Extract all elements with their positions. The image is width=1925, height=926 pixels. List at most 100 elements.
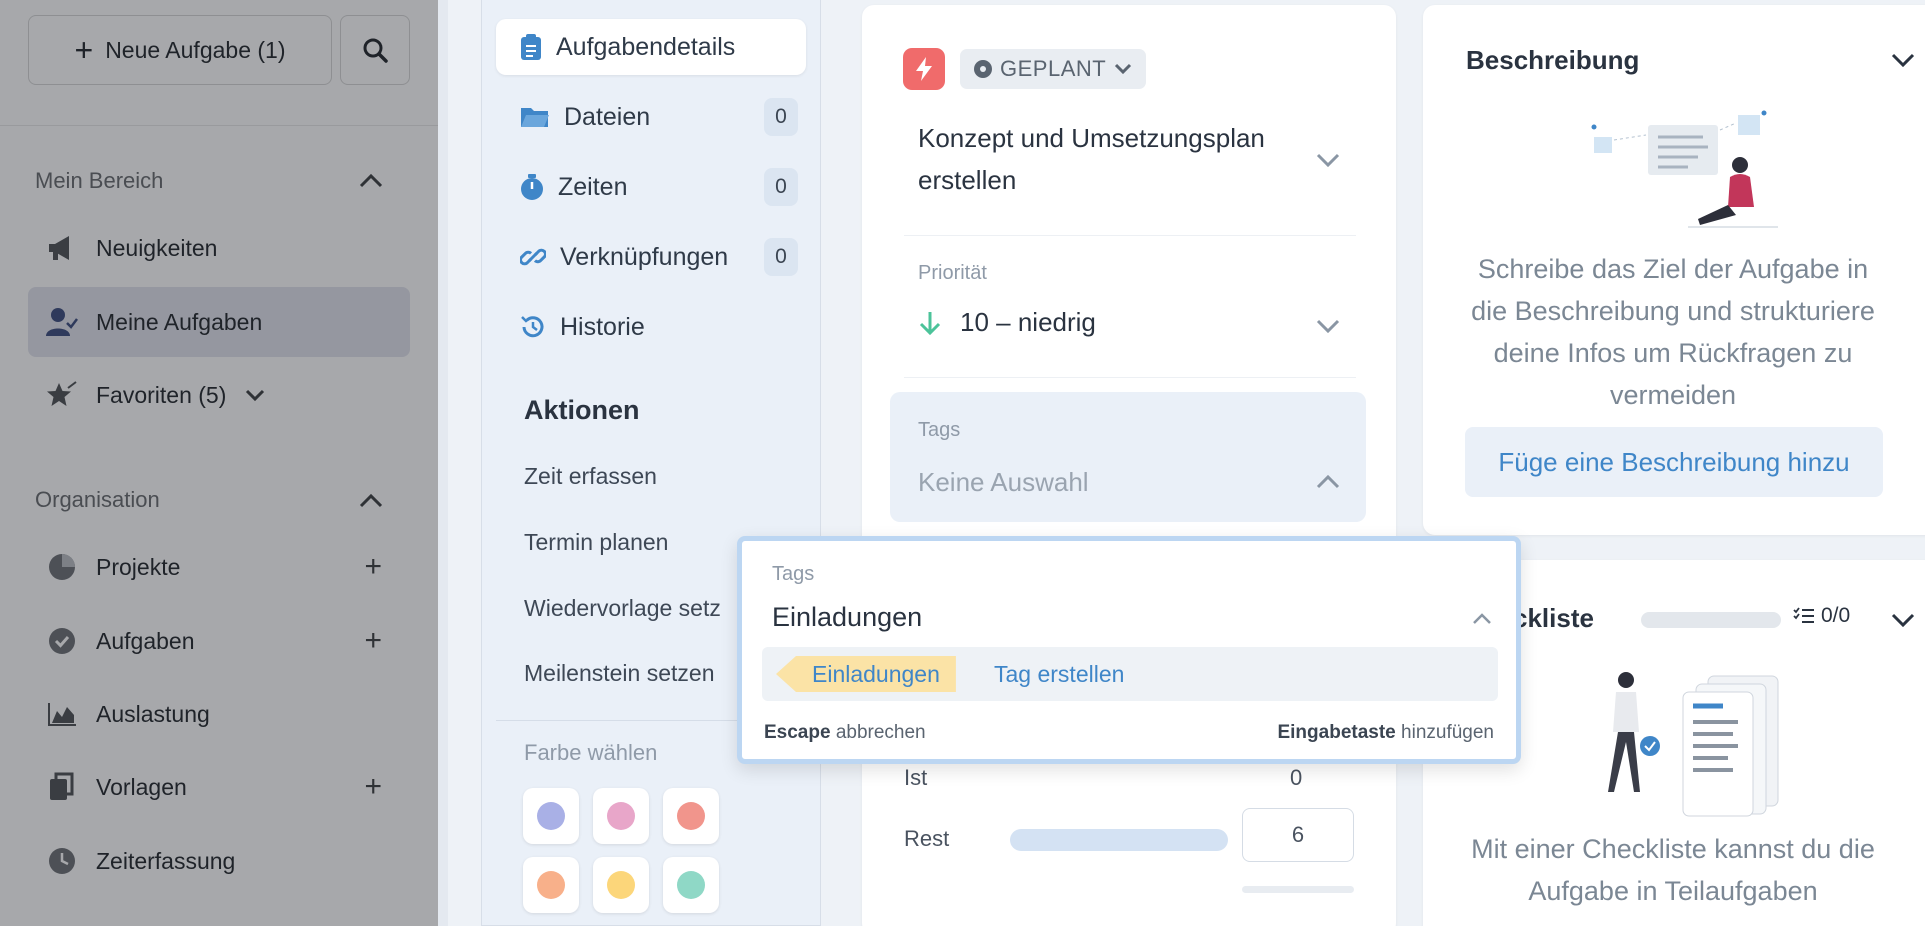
create-tag-option[interactable]: Einladungen Tag erstellen — [762, 647, 1498, 701]
color-swatch-5[interactable] — [593, 857, 649, 913]
checklist-count-value: 0/0 — [1821, 604, 1851, 627]
add-task-icon[interactable]: + — [364, 624, 382, 658]
tags-search-input[interactable]: Einladungen — [772, 602, 922, 633]
tab-label: Historie — [560, 312, 645, 341]
priority-value: 10 – niedrig — [960, 307, 1096, 337]
sidebar-item-meine-aufgaben[interactable]: Meine Aufgaben — [28, 287, 410, 357]
tab-zeiten[interactable]: Zeiten 0 — [496, 159, 806, 215]
search-icon — [363, 38, 388, 63]
color-swatch-1[interactable] — [523, 788, 579, 844]
sidebar-item-zeiterfassung[interactable]: Zeiterfassung — [28, 826, 410, 896]
sidebar-item-auslastung[interactable]: Auslastung — [28, 679, 410, 749]
chevron-down-icon — [1115, 63, 1132, 75]
history-icon — [521, 316, 544, 338]
sidebar-item-favoriten[interactable]: Favoriten (5) — [28, 360, 410, 430]
count-badge: 0 — [764, 168, 798, 206]
check-circle-icon — [46, 625, 78, 657]
sidebar-item-label: Meine Aufgaben — [96, 308, 263, 335]
action-wiedervorlage[interactable]: Wiedervorlage setz — [524, 595, 721, 622]
sidebar-item-vorlagen[interactable]: Vorlagen + — [28, 752, 410, 822]
sidebar-item-label: Zeiterfassung — [96, 847, 236, 874]
enter-hint: Eingabetaste hinzufügen — [1277, 722, 1494, 744]
rest-progress-bar — [1010, 829, 1228, 851]
tags-dropdown-popup: Tags Einladungen Einladungen Tag erstell… — [737, 536, 1521, 764]
description-text: Schreibe das Ziel der Aufgabe in die Bes… — [1471, 254, 1875, 410]
tab-aufgabendetails[interactable]: Aufgabendetails — [496, 19, 806, 75]
ist-label: Ist — [904, 765, 928, 790]
tab-label: Verknüpfungen — [560, 242, 729, 271]
priority-dropdown[interactable]: 10 – niedrig — [918, 307, 1096, 338]
copy-icon — [46, 771, 78, 803]
pie-chart-icon — [46, 551, 78, 583]
description-title: Beschreibung — [1466, 45, 1640, 75]
tab-label: Zeiten — [558, 172, 628, 201]
sidebar: + Neue Aufgabe (1) Mein Bereich Neuigkei… — [0, 0, 438, 926]
sidebar-item-neuigkeiten[interactable]: Neuigkeiten — [28, 213, 410, 283]
color-swatch-6[interactable] — [663, 857, 719, 913]
clock-icon — [46, 845, 78, 877]
task-title[interactable]: Konzept und Umsetzungsplan erstellen — [918, 117, 1298, 201]
tags-field[interactable]: Tags Keine Auswahl — [890, 392, 1366, 522]
chevron-up-icon[interactable] — [1316, 475, 1340, 489]
action-termin-planen[interactable]: Termin planen — [524, 529, 668, 556]
checklist-progress-bar — [1641, 612, 1781, 628]
sidebar-item-aufgaben[interactable]: Aufgaben + — [28, 606, 410, 676]
rest-input[interactable]: 6 — [1242, 808, 1354, 862]
tab-label: Aufgabendetails — [556, 32, 736, 61]
sidebar-item-label: Auslastung — [96, 700, 210, 727]
description-illustration — [1591, 110, 1778, 228]
color-swatch-2[interactable] — [593, 788, 649, 844]
link-icon — [520, 248, 546, 266]
new-task-button[interactable]: + Neue Aufgabe (1) — [28, 15, 332, 85]
task-nav-panel: Aufgabendetails Dateien 0 Zeiten 0 Verkn… — [481, 0, 821, 926]
enter-key: Eingabetaste — [1277, 722, 1396, 743]
megaphone-icon — [46, 232, 78, 264]
sidebar-item-label: Projekte — [96, 553, 181, 580]
chevron-down-icon[interactable] — [1316, 153, 1340, 167]
sidebar-item-projekte[interactable]: Projekte + — [28, 532, 410, 602]
chevron-up-icon[interactable] — [358, 493, 384, 509]
section-mein-bereich[interactable]: Mein Bereich — [35, 168, 163, 194]
escape-text: abbrechen — [835, 722, 926, 743]
color-swatch-4[interactable] — [523, 857, 579, 913]
search-button[interactable] — [340, 15, 410, 85]
chevron-up-icon[interactable] — [358, 173, 384, 189]
sidebar-divider — [0, 125, 438, 126]
new-task-label: Neue Aufgabe (1) — [105, 36, 286, 63]
color-label: Farbe wählen — [524, 740, 658, 765]
chevron-down-icon[interactable] — [244, 388, 266, 402]
add-project-icon[interactable]: + — [364, 550, 382, 584]
tags-label: Tags — [918, 419, 961, 441]
create-tag-link[interactable]: Tag erstellen — [994, 661, 1124, 688]
arrow-down-icon — [919, 311, 941, 335]
action-meilenstein[interactable]: Meilenstein setzen — [524, 660, 715, 687]
section-organisation[interactable]: Organisation — [35, 487, 160, 513]
rest-label: Rest — [904, 826, 950, 851]
sidebar-item-label: Aufgaben — [96, 627, 195, 654]
area-chart-icon — [46, 698, 78, 730]
divider — [904, 235, 1356, 236]
count-badge: 0 — [764, 238, 798, 276]
status-dropdown[interactable]: GEPLANT — [960, 49, 1147, 89]
checklist-illustration — [1608, 672, 1779, 817]
chevron-up-icon[interactable] — [1472, 613, 1492, 625]
chevron-down-icon[interactable] — [1316, 319, 1340, 333]
lightning-icon[interactable] — [903, 48, 945, 90]
task-card: GEPLANT Konzept und Umsetzungsplan erste… — [862, 5, 1396, 926]
color-swatch-3[interactable] — [663, 788, 719, 844]
tab-historie[interactable]: Historie — [496, 299, 806, 355]
chevron-down-icon[interactable] — [1891, 53, 1915, 67]
add-template-icon[interactable]: + — [364, 770, 382, 804]
main-strip — [438, 0, 448, 926]
tab-verknuepfungen[interactable]: Verknüpfungen 0 — [496, 229, 806, 285]
add-description-button[interactable]: Füge eine Beschreibung hinzu — [1465, 427, 1883, 497]
action-zeit-erfassen[interactable]: Zeit erfassen — [524, 463, 657, 490]
checklist-title: ckliste — [1513, 603, 1594, 633]
tab-dateien[interactable]: Dateien 0 — [496, 89, 806, 145]
checklist-count: 0/0 — [1793, 604, 1850, 628]
sidebar-item-label: Vorlagen — [96, 773, 187, 800]
chevron-down-icon[interactable] — [1891, 613, 1915, 627]
checklist-text: Mit einer Checkliste kannst du die Aufga… — [1471, 834, 1875, 906]
escape-hint: Escape abbrechen — [764, 722, 926, 744]
description-card: Beschreibung Schreibe das Ziel der Aufga… — [1423, 5, 1925, 535]
